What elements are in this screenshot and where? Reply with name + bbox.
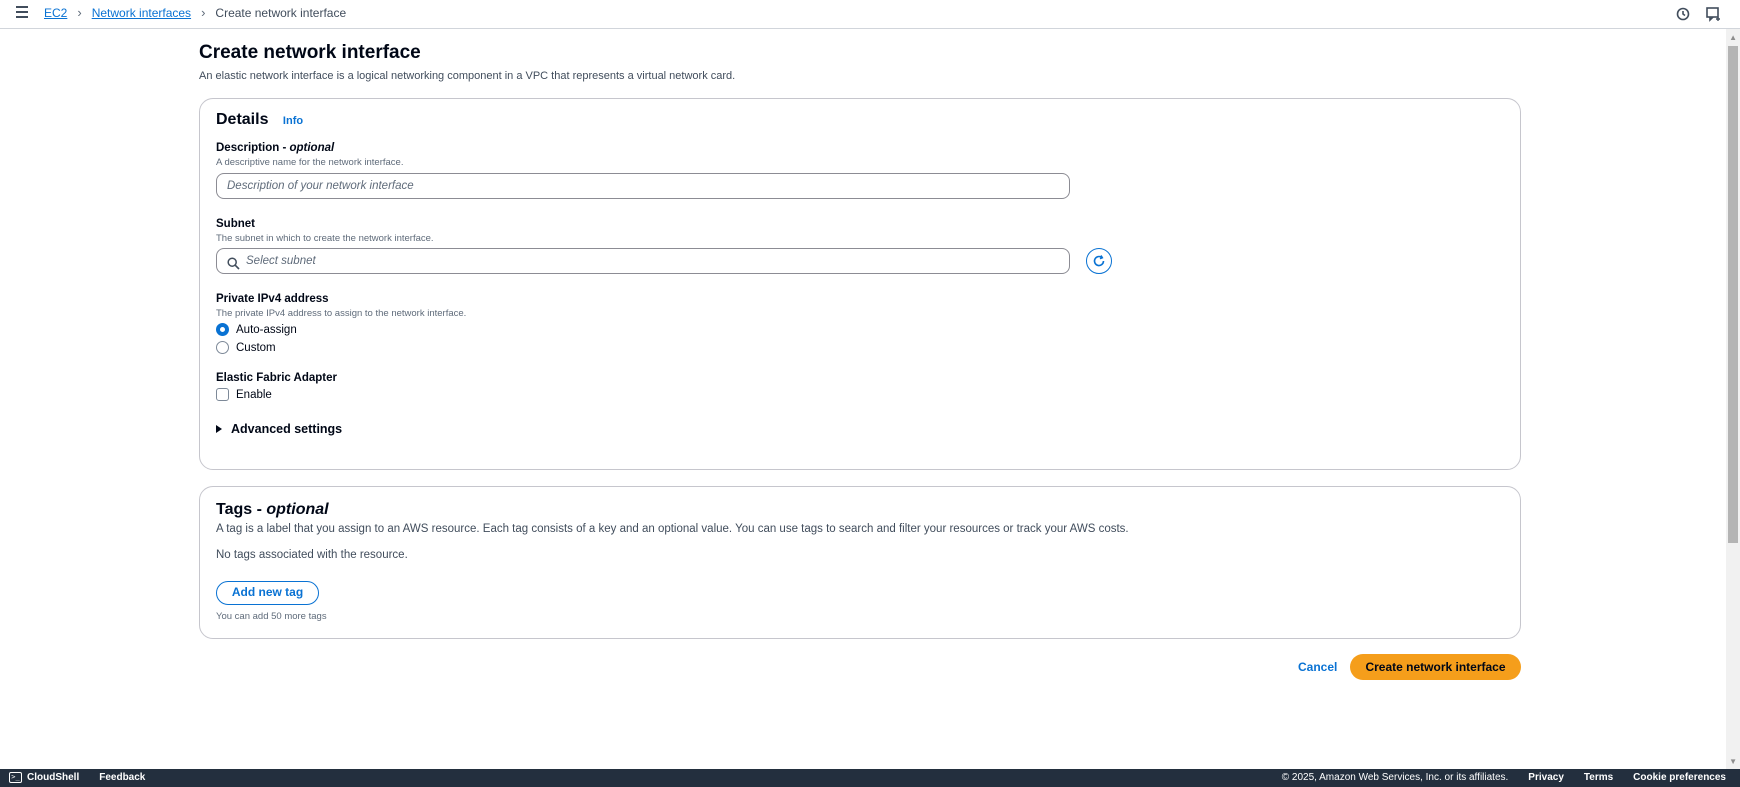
terms-link[interactable]: Terms [1584, 772, 1613, 783]
efa-label: Elastic Fabric Adapter [216, 372, 338, 384]
advanced-settings-label: Advanced settings [231, 422, 343, 436]
details-header: Details Info [216, 111, 303, 129]
feedback-panel-icon[interactable] [1704, 5, 1722, 23]
radio-custom-label: Custom [236, 341, 276, 354]
refresh-subnets-button[interactable] [1086, 248, 1112, 274]
create-network-interface-button[interactable]: Create network interface [1350, 654, 1521, 680]
scroll-up-icon[interactable]: ▲ [1729, 33, 1737, 42]
details-container: Details Info Description - optional A de… [199, 98, 1521, 470]
subnet-label: Subnet [216, 218, 255, 230]
feedback-link[interactable]: Feedback [99, 772, 145, 783]
chevron-right-icon: › [77, 5, 82, 20]
tags-empty-text: No tags associated with the resource. [216, 549, 408, 561]
footer-right: © 2025, Amazon Web Services, Inc. or its… [1282, 772, 1726, 783]
description-input[interactable]: Description of your network interface [216, 173, 1070, 199]
subnet-hint: The subnet in which to create the networ… [216, 233, 434, 244]
add-new-tag-button[interactable]: Add new tag [216, 581, 319, 605]
advanced-settings-toggle[interactable]: Advanced settings [216, 422, 342, 436]
cloudshell-icon[interactable]: >_ [9, 772, 22, 783]
efa-enable-label: Enable [236, 388, 272, 401]
footer-left: >_ CloudShell Feedback [9, 772, 145, 783]
tags-container: Tags - optional A tag is a label that yo… [199, 486, 1521, 639]
caret-right-icon [216, 425, 222, 433]
subnet-placeholder: Select subnet [246, 255, 316, 267]
tags-title-optional: optional [266, 501, 329, 518]
status-icon[interactable] [1674, 5, 1692, 23]
cookie-preferences-link[interactable]: Cookie preferences [1633, 772, 1726, 783]
scroll-down-icon[interactable]: ▼ [1729, 757, 1737, 766]
ipv4-hint: The private IPv4 address to assign to th… [216, 308, 467, 319]
description-label-optional: optional [289, 142, 335, 154]
page-title: Create network interface [199, 42, 421, 63]
breadcrumb-network-interfaces[interactable]: Network interfaces [92, 6, 191, 20]
page-description: An elastic network interface is a logica… [199, 70, 736, 82]
description-hint: A descriptive name for the network inter… [216, 157, 404, 168]
efa-enable-checkbox[interactable]: Enable [216, 388, 272, 401]
menu-icon[interactable] [16, 6, 28, 18]
checkbox[interactable] [216, 388, 229, 401]
scrollbar-thumb[interactable] [1728, 46, 1738, 543]
radio-auto-assign[interactable]: Auto-assign [216, 323, 297, 336]
ipv4-label: Private IPv4 address [216, 293, 329, 305]
tags-title: Tags - optional [216, 501, 329, 519]
description-label: Description - optional [216, 142, 334, 154]
breadcrumb-ec2[interactable]: EC2 [44, 6, 67, 20]
refresh-icon [1093, 255, 1105, 267]
cancel-button[interactable]: Cancel [1298, 660, 1337, 674]
footer: >_ CloudShell Feedback © 2025, Amazon We… [0, 769, 1740, 787]
info-link[interactable]: Info [283, 115, 303, 127]
cloudshell-link[interactable]: CloudShell [27, 772, 79, 783]
tags-title-text: Tags - [216, 501, 267, 518]
tags-description: A tag is a label that you assign to an A… [216, 523, 1129, 535]
privacy-link[interactable]: Privacy [1528, 772, 1564, 783]
tags-remaining-text: You can add 50 more tags [216, 611, 327, 622]
radio-auto-assign-label: Auto-assign [236, 323, 297, 336]
chevron-right-icon: › [201, 5, 206, 20]
breadcrumb: EC2 › Network interfaces › Create networ… [44, 5, 346, 20]
details-title: Details [216, 111, 269, 128]
top-navigation-bar: EC2 › Network interfaces › Create networ… [0, 0, 1740, 29]
radio-custom[interactable]: Custom [216, 341, 276, 354]
subnet-select[interactable]: Select subnet [216, 248, 1070, 274]
radio-button[interactable] [216, 341, 229, 354]
radio-button-selected[interactable] [216, 323, 229, 336]
copyright-text: © 2025, Amazon Web Services, Inc. or its… [1281, 772, 1509, 783]
search-icon [227, 255, 240, 270]
description-label-text: Description - [216, 142, 290, 154]
breadcrumb-current: Create network interface [215, 5, 347, 20]
